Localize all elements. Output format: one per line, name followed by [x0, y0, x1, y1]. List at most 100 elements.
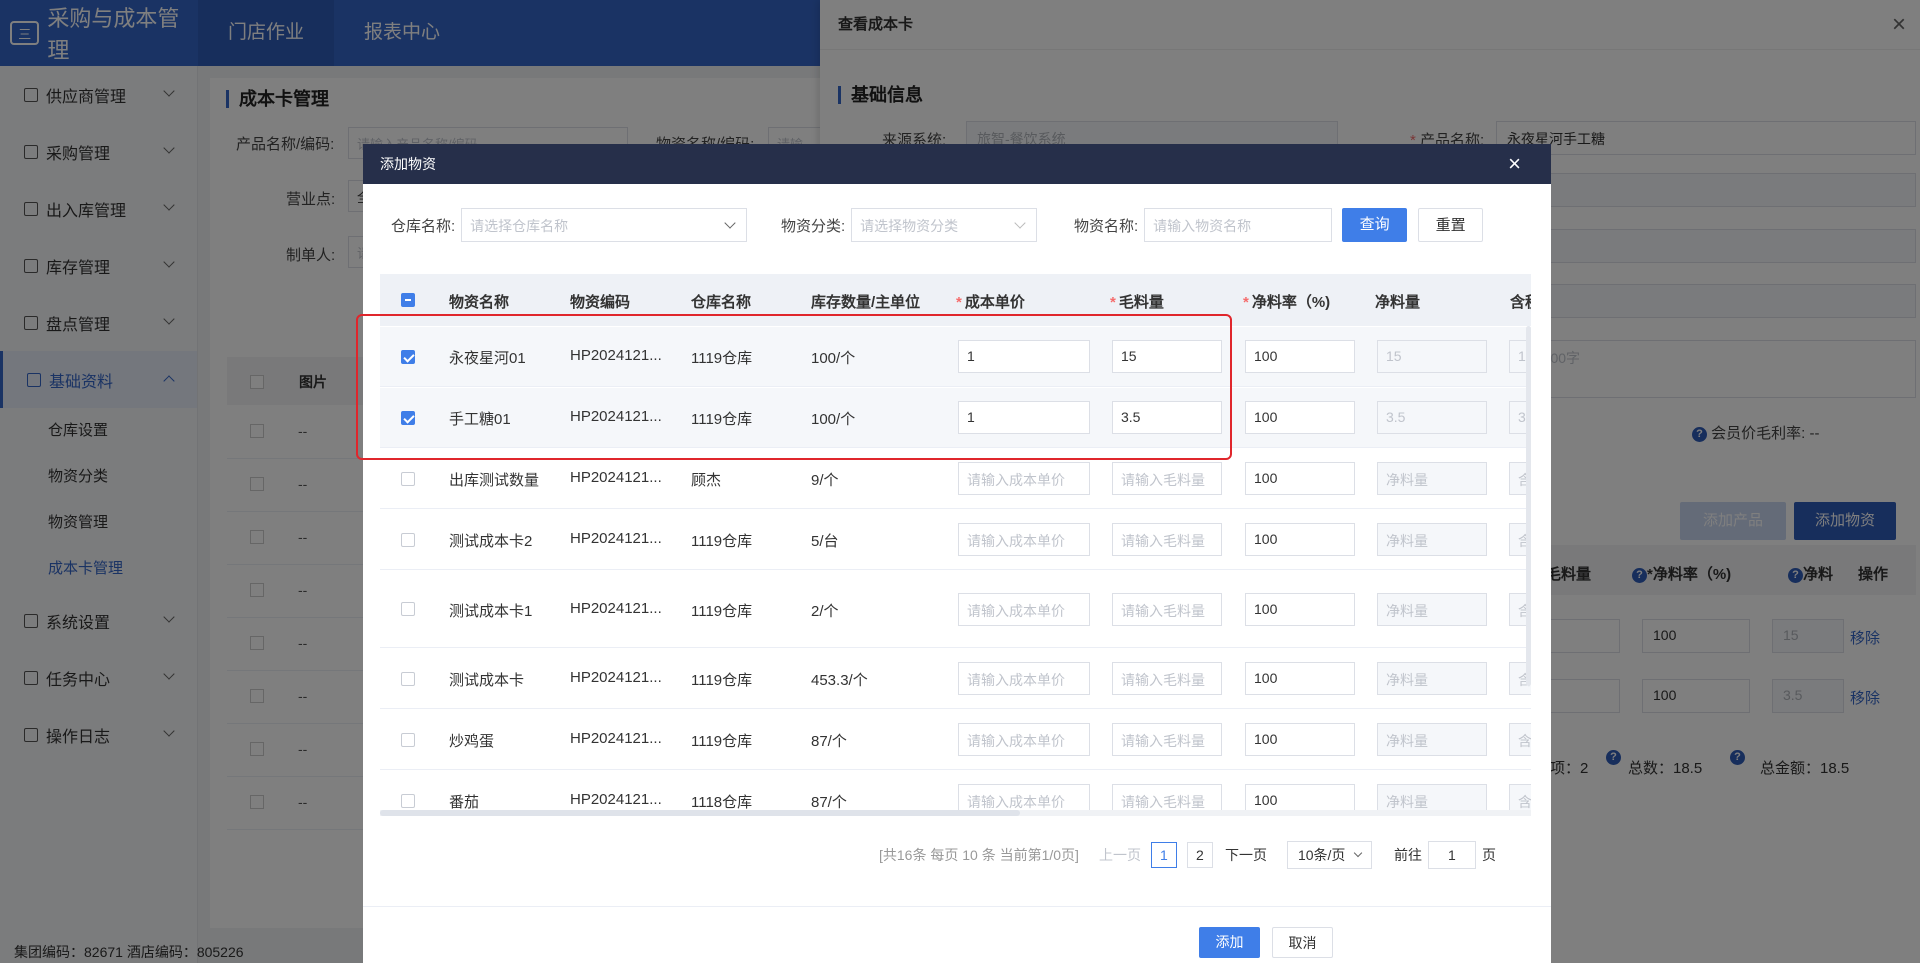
material-name-filter: 物资名称: 请输入物资名称 查询 重置 [1074, 208, 1484, 242]
table-row[interactable]: 测试成本卡1 HP2024121... 1119仓库 2/个 请输入成本单价 请… [380, 571, 1531, 648]
net-rate-input[interactable]: 100 [1245, 401, 1355, 434]
row-checkbox[interactable] [401, 733, 415, 747]
cell-code: HP2024121... [570, 600, 662, 617]
material-name-input[interactable]: 请输入物资名称 [1144, 208, 1333, 242]
pagination-info: [共16条 每页 10 条 当前第1/0页] [879, 847, 1079, 863]
net-input: 3.5 [1377, 401, 1487, 434]
warehouse-filter: 仓库名称: 请选择仓库名称 [391, 208, 748, 242]
chevron-down-icon [724, 217, 736, 229]
query-button[interactable]: 查询 [1342, 208, 1408, 242]
net-input: 净料量 [1377, 723, 1487, 756]
scrollbar-thumb[interactable] [380, 810, 1020, 816]
cost-input[interactable]: 请输入成本单价 [958, 523, 1090, 556]
cell-name: 测试成本卡 [449, 672, 525, 689]
table-row[interactable]: 测试成本卡 HP2024121... 1119仓库 453.3/个 请输入成本单… [380, 649, 1531, 709]
cost-input[interactable]: 请输入成本单价 [958, 593, 1090, 626]
cell-stock: 2/个 [811, 603, 839, 620]
cell-name: 炒鸡蛋 [449, 733, 495, 750]
page-unit-label: 页 [1481, 847, 1496, 863]
cell-code: HP2024121... [570, 669, 662, 686]
gross-input[interactable]: 请输入毛料量 [1112, 462, 1222, 495]
cell-stock: 87/个 [811, 794, 847, 811]
selected-rows-highlight [356, 314, 1232, 460]
net-input: 净料量 [1377, 462, 1487, 495]
cell-stock: 87/个 [811, 733, 847, 750]
gross-input[interactable]: 请输入毛料量 [1112, 723, 1222, 756]
column-header-net-rate: * 净料率（%) [1243, 294, 1331, 311]
goto-page-input[interactable]: 1 [1427, 841, 1476, 869]
vertical-scrollbar[interactable] [1526, 326, 1531, 686]
cancel-button[interactable]: 取消 [1272, 927, 1333, 958]
row-checkbox[interactable] [401, 794, 415, 808]
tax-input: 含 [1509, 723, 1531, 756]
cell-warehouse: 1119仓库 [691, 733, 753, 750]
column-header-tax: 含税 [1510, 294, 1531, 311]
row-checkbox[interactable] [401, 472, 415, 486]
cell-name: 番茄 [449, 794, 480, 811]
gross-input[interactable]: 请输入毛料量 [1112, 662, 1222, 695]
column-header-name: 物资名称 [449, 294, 510, 311]
cell-name: 出库测试数量 [449, 472, 540, 489]
warehouse-select[interactable]: 请选择仓库名称 [461, 208, 748, 242]
add-button[interactable]: 添加 [1199, 927, 1260, 958]
pagination: [共16条 每页 10 条 当前第1/0页] 上一页 1 2 下一页 10条/页… [879, 841, 1496, 869]
gross-input[interactable]: 请输入毛料量 [1112, 593, 1222, 626]
cell-name: 测试成本卡1 [449, 603, 533, 620]
column-header-stock: 库存数量/主单位 [811, 294, 921, 311]
column-header-cost: * 成本单价 [956, 294, 1025, 311]
cell-stock: 453.3/个 [811, 672, 868, 689]
cell-warehouse: 顾杰 [691, 472, 722, 489]
column-header-gross: * 毛料量 [1110, 294, 1164, 311]
modal-header: 添加物资 × [363, 144, 1551, 184]
page-number[interactable]: 1 [1150, 842, 1177, 868]
column-header-warehouse: 仓库名称 [691, 294, 752, 311]
category-filter-label: 物资分类: [781, 217, 846, 235]
chevron-down-icon [1353, 848, 1363, 858]
net-rate-input[interactable]: 100 [1245, 723, 1355, 756]
table-row[interactable]: 测试成本卡2 HP2024121... 1119仓库 5/台 请输入成本单价 请… [380, 510, 1531, 570]
warehouse-filter-label: 仓库名称: [391, 217, 456, 235]
gross-input[interactable]: 请输入毛料量 [1112, 523, 1222, 556]
category-select[interactable]: 请选择物资分类 [851, 208, 1038, 242]
cell-code: HP2024121... [570, 469, 662, 486]
add-material-modal: 添加物资 × 仓库名称: 请选择仓库名称 物资分类: 请选择物资分类 物资名称:… [363, 144, 1551, 963]
cost-input[interactable]: 请输入成本单价 [958, 662, 1090, 695]
row-checkbox[interactable] [401, 533, 415, 547]
category-filter: 物资分类: 请选择物资分类 [781, 208, 1038, 242]
modal-footer: 添加 取消 [363, 906, 1551, 963]
select-all-checkbox[interactable] [401, 293, 415, 307]
material-name-filter-label: 物资名称: [1074, 217, 1139, 235]
net-rate-input[interactable]: 100 [1245, 662, 1355, 695]
net-rate-input[interactable]: 100 [1245, 593, 1355, 626]
net-rate-input[interactable]: 100 [1245, 340, 1355, 373]
table-row[interactable]: 番茄 HP2024121... 1118仓库 87/个 请输入成本单价 请输入毛… [380, 771, 1531, 814]
cell-warehouse: 1119仓库 [691, 533, 753, 550]
cell-stock: 9/个 [811, 472, 839, 489]
net-input: 15 [1377, 340, 1487, 373]
net-rate-input[interactable]: 100 [1245, 462, 1355, 495]
table-row[interactable]: 炒鸡蛋 HP2024121... 1119仓库 87/个 请输入成本单价 请输入… [380, 710, 1531, 770]
horizontal-scrollbar[interactable] [380, 810, 1531, 816]
row-checkbox[interactable] [401, 672, 415, 686]
net-rate-input[interactable]: 100 [1245, 523, 1355, 556]
page-number[interactable]: 2 [1186, 842, 1213, 868]
net-input: 净料量 [1377, 523, 1487, 556]
chevron-down-icon [1014, 217, 1026, 229]
prev-page-button[interactable]: 上一页 [1099, 845, 1141, 865]
page-size-select[interactable]: 10条/页 [1286, 841, 1372, 869]
cell-code: HP2024121... [570, 730, 662, 747]
cell-warehouse: 1119仓库 [691, 603, 753, 620]
cell-name: 测试成本卡2 [449, 533, 533, 550]
cost-input[interactable]: 请输入成本单价 [958, 462, 1090, 495]
net-input: 净料量 [1377, 662, 1487, 695]
cell-stock: 5/台 [811, 533, 839, 550]
net-input: 净料量 [1377, 593, 1487, 626]
column-header-net: 净料量 [1375, 294, 1421, 311]
cell-code: HP2024121... [570, 530, 662, 547]
next-page-button[interactable]: 下一页 [1225, 845, 1267, 865]
goto-label: 前往 [1393, 847, 1422, 863]
reset-button[interactable]: 重置 [1418, 208, 1484, 242]
row-checkbox[interactable] [401, 602, 415, 616]
cost-input[interactable]: 请输入成本单价 [958, 723, 1090, 756]
close-icon[interactable]: × [1508, 144, 1521, 184]
